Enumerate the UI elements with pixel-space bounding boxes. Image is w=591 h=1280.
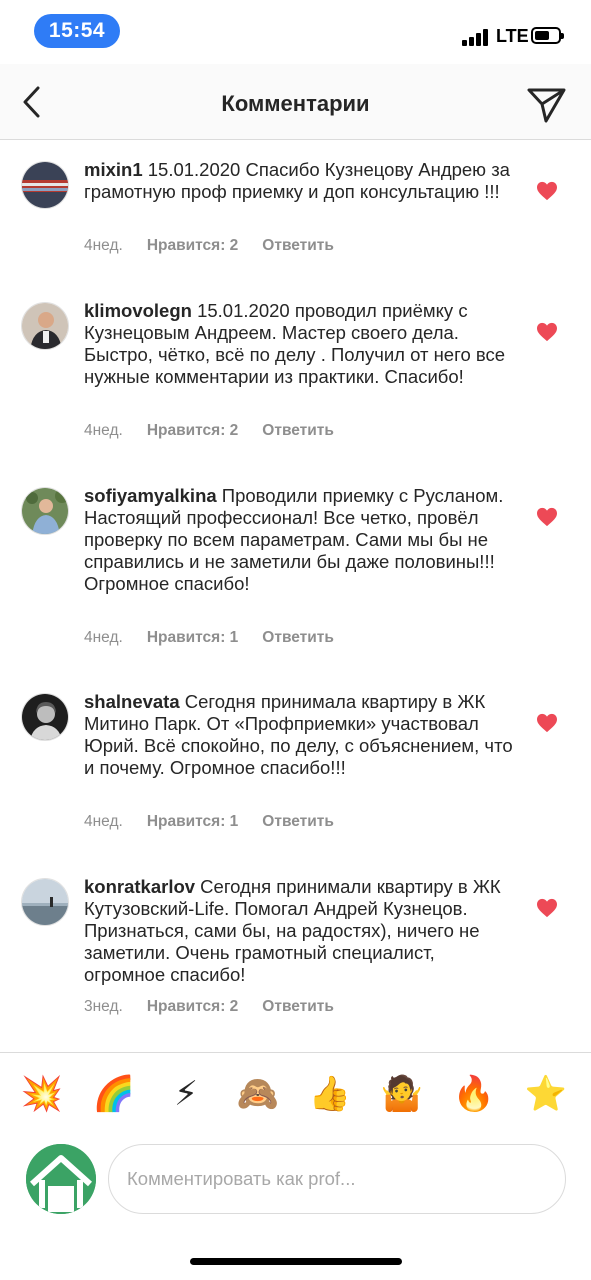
emoji-bar: 💥 🌈 ⚡ 🙈 👍 🤷 🔥 ⭐: [0, 1072, 591, 1120]
thumbs-up-emoji-icon[interactable]: 👍: [308, 1072, 352, 1116]
nav-bar: Комментарии: [0, 64, 591, 140]
avatar[interactable]: [21, 487, 69, 535]
comment-likes[interactable]: Нравится: 2: [147, 237, 238, 254]
heart-icon[interactable]: [536, 181, 558, 201]
heart-icon[interactable]: [536, 713, 558, 733]
comment-likes[interactable]: Нравится: 2: [147, 422, 238, 439]
comment-likes[interactable]: Нравится: 1: [147, 629, 238, 646]
comment-age: 4нед.: [84, 629, 123, 646]
reply-button[interactable]: Ответить: [262, 998, 334, 1015]
heart-icon[interactable]: [536, 322, 558, 342]
avatar[interactable]: [21, 302, 69, 350]
comment-meta: 3нед. Нравится: 2 Ответить: [84, 998, 358, 1016]
comment-age: 3нед.: [84, 998, 123, 1015]
reply-button[interactable]: Ответить: [262, 237, 334, 254]
signal-icon: [462, 28, 490, 46]
rainbow-emoji-icon[interactable]: 🌈: [92, 1072, 136, 1116]
comment-username[interactable]: sofiyamyalkina: [84, 485, 217, 506]
comment-meta: 4нед. Нравится: 2 Ответить: [84, 422, 358, 440]
comment-text: mixin1 15.01.2020 Спасибо Кузнецову Андр…: [84, 159, 514, 203]
share-button[interactable]: [524, 82, 568, 126]
comment-username[interactable]: mixin1: [84, 159, 143, 180]
house-logo-icon: [26, 1144, 96, 1214]
comment-meta: 4нед. Нравится: 2 Ответить: [84, 237, 358, 255]
status-time: 15:54: [34, 14, 120, 48]
comment-age: 4нед.: [84, 237, 123, 254]
reply-button[interactable]: Ответить: [262, 422, 334, 439]
comment-meta: 4нед. Нравится: 1 Ответить: [84, 629, 358, 647]
comment-meta: 4нед. Нравится: 1 Ответить: [84, 813, 358, 831]
fire-emoji-icon[interactable]: 🔥: [452, 1072, 496, 1116]
star-emoji-icon[interactable]: ⭐: [524, 1072, 568, 1116]
comment-input-wrapper: [108, 1144, 566, 1214]
avatar[interactable]: [21, 693, 69, 741]
comment-username[interactable]: klimovolegn: [84, 300, 192, 321]
lightning-emoji-icon[interactable]: ⚡: [164, 1072, 208, 1116]
collision-emoji-icon[interactable]: 💥: [20, 1072, 64, 1116]
avatar[interactable]: [21, 878, 69, 926]
heart-icon[interactable]: [536, 898, 558, 918]
shrug-emoji-icon[interactable]: 🤷: [380, 1072, 424, 1116]
comment-body: 15.01.2020 Спасибо Кузнецову Андрею за г…: [84, 159, 510, 202]
reply-button[interactable]: Ответить: [262, 813, 334, 830]
comment-age: 4нед.: [84, 813, 123, 830]
comment-text: klimovolegn 15.01.2020 проводил приёмку …: [84, 300, 514, 388]
comment-text: shalnevata Сегодня принимала квартиру в …: [84, 691, 514, 779]
home-indicator[interactable]: [190, 1258, 402, 1265]
comment-text: sofiyamyalkina Проводили приемку с Русла…: [84, 485, 514, 595]
divider: [0, 1052, 591, 1053]
comment-likes[interactable]: Нравится: 2: [147, 998, 238, 1015]
send-icon: [527, 88, 566, 123]
avatar[interactable]: [21, 161, 69, 209]
see-no-evil-monkey-emoji-icon[interactable]: 🙈: [236, 1072, 280, 1116]
profile-avatar: [26, 1144, 96, 1214]
comment-input[interactable]: [127, 1145, 547, 1213]
page-title: Комментарии: [221, 91, 370, 116]
battery-icon: [531, 27, 564, 44]
status-bar: 15:54 LTE: [0, 0, 591, 64]
network-type: LTE: [496, 26, 529, 46]
comment-likes[interactable]: Нравится: 1: [147, 813, 238, 830]
heart-icon[interactable]: [536, 507, 558, 527]
reply-button[interactable]: Ответить: [262, 629, 334, 646]
comment-username[interactable]: konratkarlov: [84, 876, 195, 897]
comment-username[interactable]: shalnevata: [84, 691, 180, 712]
comment-age: 4нед.: [84, 422, 123, 439]
comment-text: konratkarlov Сегодня принимали квартиру …: [84, 876, 514, 986]
